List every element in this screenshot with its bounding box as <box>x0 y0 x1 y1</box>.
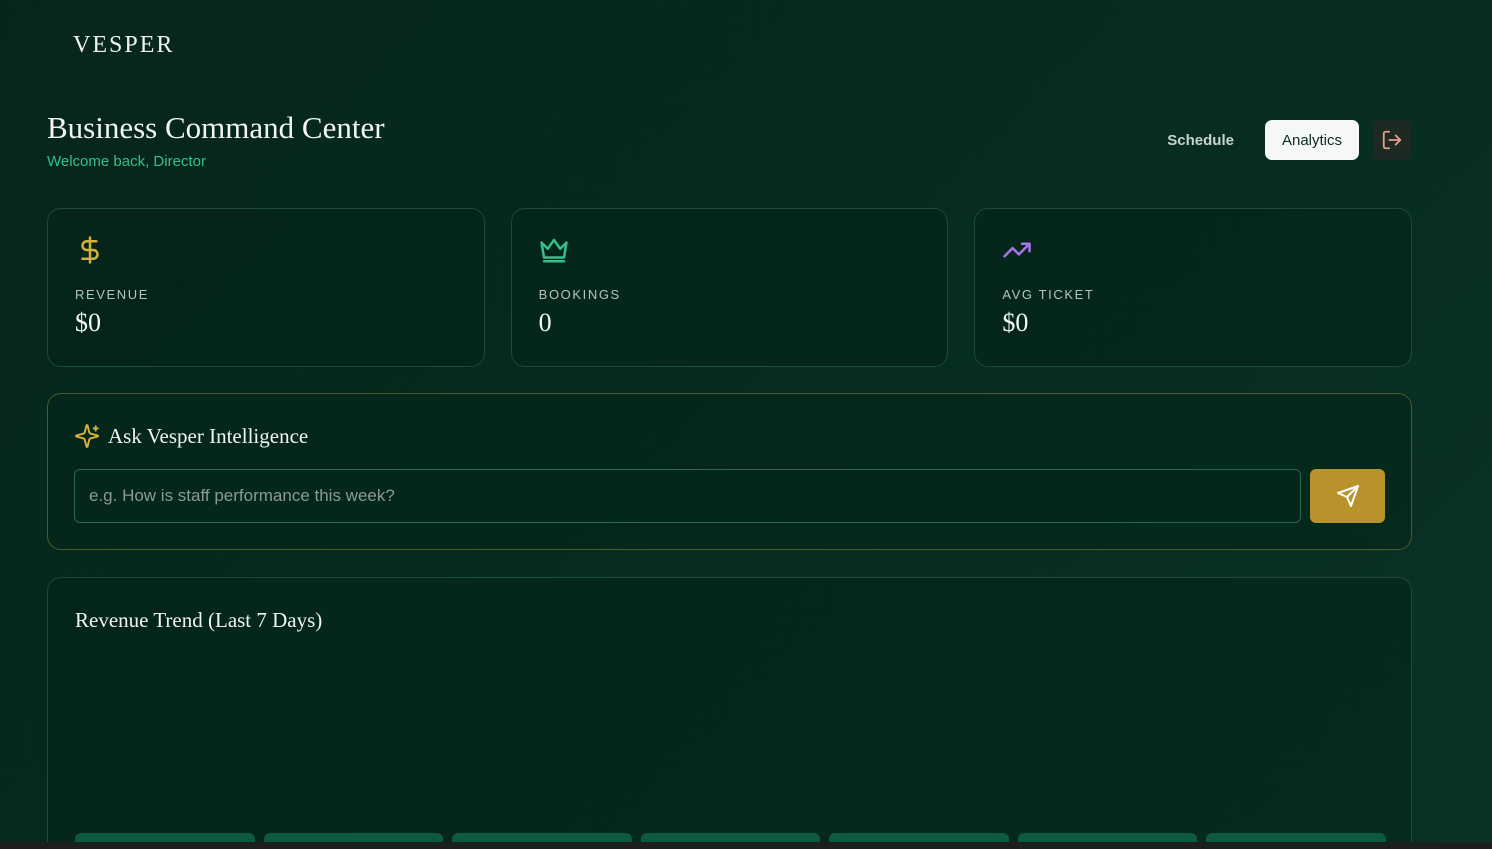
send-icon <box>1336 485 1359 507</box>
dollar-icon <box>81 236 99 264</box>
bookings-card: BOOKINGS 0 <box>510 208 949 367</box>
logout-button[interactable] <box>1373 120 1411 160</box>
avg-ticket-label: AVG TICKET <box>1002 287 1095 302</box>
revenue-trend-card: Revenue Trend (Last 7 Days) <box>47 577 1412 849</box>
trend-title: Revenue Trend (Last 7 Days) <box>75 608 323 632</box>
revenue-card: REVENUE $0 <box>47 208 485 367</box>
schedule-button[interactable]: Schedule <box>1150 120 1251 160</box>
top-nav: Schedule Analytics <box>1150 120 1411 160</box>
revenue-value: $0 <box>75 308 101 337</box>
avg-ticket-card: AVG TICKET $0 <box>974 208 1413 367</box>
welcome-subtitle: Welcome back, Director <box>47 153 206 170</box>
crown-icon <box>539 238 568 263</box>
revenue-label: REVENUE <box>75 287 150 302</box>
logout-icon <box>1382 130 1402 150</box>
stats-row: REVENUE $0 BOOKINGS 0 AVG TICKET $0 <box>47 208 1413 367</box>
bottom-strip <box>0 842 1492 849</box>
send-button[interactable] <box>1310 469 1385 523</box>
avg-ticket-value: $0 <box>1002 308 1029 337</box>
bookings-label: BOOKINGS <box>538 287 621 302</box>
ask-input[interactable] <box>74 469 1301 523</box>
brand-logo: VESPER <box>73 32 175 58</box>
ask-panel: Ask Vesper Intelligence <box>47 393 1412 550</box>
trending-up-icon <box>1003 242 1032 258</box>
analytics-button[interactable]: Analytics <box>1264 120 1359 160</box>
sparkles-icon <box>75 424 99 448</box>
page-title: Business Command Center <box>47 110 385 145</box>
ask-title: Ask Vesper Intelligence <box>108 424 309 448</box>
bookings-value: 0 <box>538 308 552 337</box>
